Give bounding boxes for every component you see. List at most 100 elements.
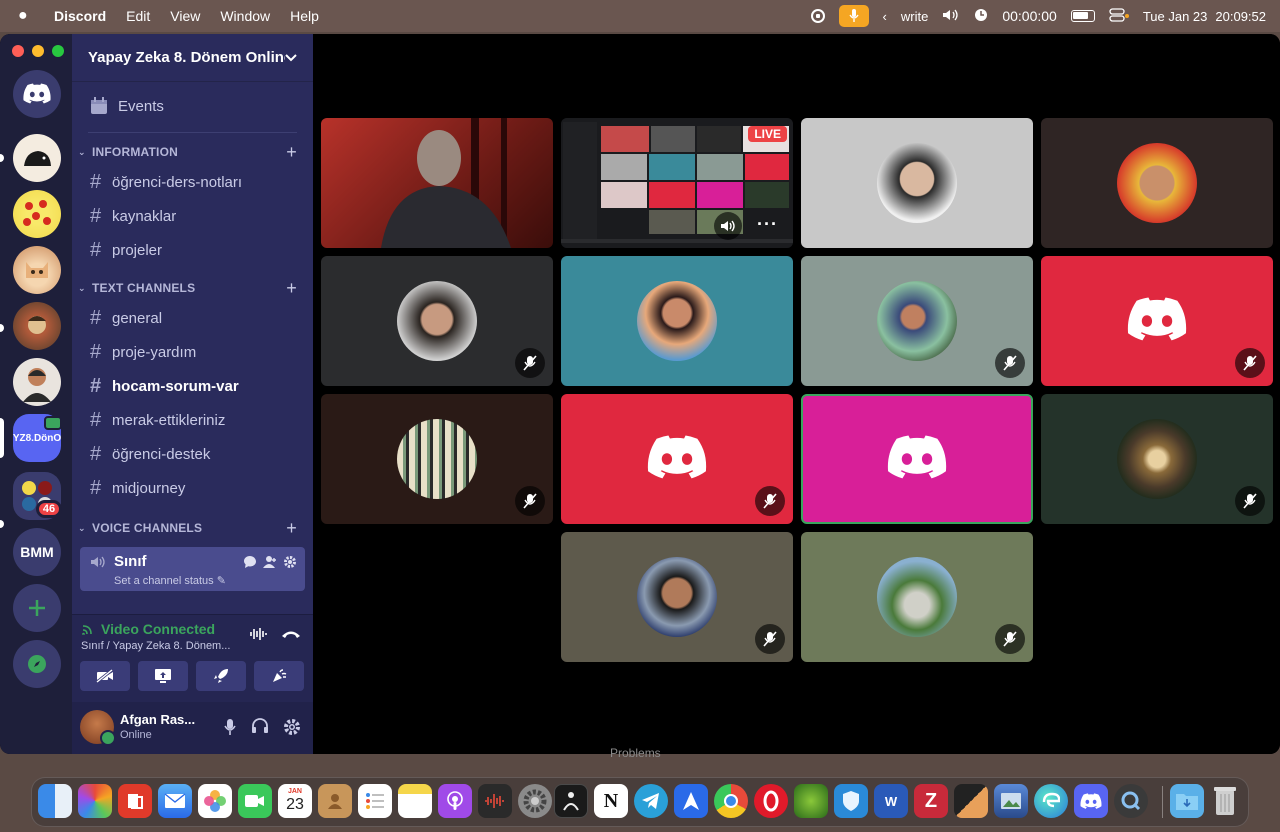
invite-user-icon[interactable] — [263, 555, 277, 572]
notes-icon[interactable] — [398, 784, 432, 818]
finder-icon[interactable] — [38, 784, 72, 818]
shield-app-icon[interactable] — [834, 784, 868, 818]
gear-icon[interactable] — [283, 555, 297, 572]
video-tile[interactable] — [1041, 118, 1273, 248]
photos-icon[interactable] — [198, 784, 232, 818]
category-information[interactable]: ⌄ INFORMATION + — [72, 139, 313, 165]
video-tile[interactable] — [1041, 394, 1273, 524]
category-voice-channels[interactable]: ⌄ VOICE CHANNELS + — [72, 515, 313, 541]
category-text-channels[interactable]: ⌄ TEXT CHANNELS + — [72, 275, 313, 301]
menu-help[interactable]: Help — [290, 8, 319, 24]
downloads-folder-icon[interactable] — [1170, 784, 1204, 818]
mail-icon[interactable] — [158, 784, 192, 818]
globe-app-icon[interactable] — [794, 784, 828, 818]
video-tile[interactable] — [1041, 256, 1273, 386]
soundboard-button[interactable] — [254, 661, 304, 691]
battery-icon[interactable] — [1070, 10, 1095, 22]
video-tile[interactable] — [561, 256, 793, 386]
screen-record-icon[interactable] — [810, 9, 825, 23]
create-channel-icon[interactable]: + — [286, 278, 297, 299]
channel-item[interactable]: # midjourney — [72, 471, 313, 505]
menu-app-name[interactable]: Discord — [54, 8, 106, 24]
stream-tile[interactable]: LIVE ··· — [561, 118, 793, 248]
server-icon-1[interactable] — [13, 134, 61, 182]
word-icon[interactable]: W — [874, 784, 908, 818]
stream-volume-button[interactable] — [714, 212, 742, 240]
notion-icon[interactable]: N — [594, 784, 628, 818]
video-tile-camera[interactable] — [321, 118, 553, 248]
system-settings-icon[interactable] — [518, 784, 552, 818]
telegram-icon[interactable] — [634, 784, 668, 818]
gear-icon[interactable] — [283, 718, 301, 741]
home-button[interactable] — [13, 70, 61, 118]
microphone-status-icon[interactable] — [838, 5, 869, 27]
close-window-button[interactable] — [12, 45, 24, 57]
discord-dock-icon[interactable] — [1074, 784, 1108, 818]
minimize-window-button[interactable] — [32, 45, 44, 57]
zotero-icon[interactable]: Z — [914, 784, 948, 818]
channel-item[interactable]: # kaynaklar — [72, 199, 313, 233]
microphone-icon[interactable] — [223, 718, 237, 741]
toggle-camera-button[interactable] — [80, 661, 130, 691]
trash-icon[interactable] — [1208, 784, 1242, 818]
server-icon-2[interactable] — [13, 190, 61, 238]
disconnect-icon[interactable] — [281, 627, 301, 646]
preview-icon[interactable] — [994, 784, 1028, 818]
server-icon-4[interactable] — [13, 302, 61, 350]
channel-item[interactable]: # proje-yardım — [72, 335, 313, 369]
video-tile[interactable] — [321, 394, 553, 524]
menubar-date[interactable]: Tue Jan 23 — [1143, 9, 1208, 24]
chrome-icon[interactable] — [714, 784, 748, 818]
volume-icon[interactable] — [942, 8, 960, 25]
explore-servers-button[interactable] — [13, 640, 61, 688]
channel-item-unread[interactable]: # hocam-sorum-var — [72, 369, 313, 403]
video-tile[interactable] — [561, 394, 793, 524]
server-icon-3[interactable] — [13, 246, 61, 294]
channel-item[interactable]: # öğrenci-ders-notları — [72, 165, 313, 199]
create-channel-icon[interactable]: + — [286, 518, 297, 539]
chat-bubble-icon[interactable] — [243, 555, 257, 572]
video-tile[interactable] — [801, 256, 1033, 386]
opera-icon[interactable] — [754, 784, 788, 818]
menu-window[interactable]: Window — [220, 8, 270, 24]
podcasts-icon[interactable] — [438, 784, 472, 818]
graphics-app-icon[interactable] — [954, 784, 988, 818]
channel-item[interactable]: # merak-ettikleriniz — [72, 403, 313, 437]
more-options-icon[interactable]: ··· — [757, 214, 778, 235]
server-header[interactable]: Yapay Zeka 8. Dönem Online — [72, 34, 313, 82]
activities-button[interactable] — [196, 661, 246, 691]
chevron-left-icon[interactable]: ‹ — [883, 9, 887, 24]
reading-app-icon[interactable] — [554, 784, 588, 818]
write-label[interactable]: write — [901, 9, 928, 24]
contacts-icon[interactable] — [318, 784, 352, 818]
connection-status[interactable]: Video Connected — [101, 621, 215, 637]
headphones-icon[interactable] — [251, 718, 269, 741]
username[interactable]: Afgan Ras... — [120, 712, 195, 727]
server-icon-bmm[interactable]: BMM — [13, 528, 61, 576]
edge-icon[interactable] — [1034, 784, 1068, 818]
share-screen-button[interactable] — [138, 661, 188, 691]
events-item[interactable]: Events — [72, 86, 313, 126]
channel-item[interactable]: # öğrenci-destek — [72, 437, 313, 471]
apple-menu-icon[interactable]: ● — [18, 7, 36, 25]
menu-view[interactable]: View — [170, 8, 200, 24]
video-tile[interactable] — [321, 256, 553, 386]
video-tile[interactable] — [801, 532, 1033, 662]
video-tile-speaking[interactable] — [801, 394, 1033, 524]
channel-item[interactable]: # projeler — [72, 233, 313, 267]
avatar[interactable] — [80, 710, 116, 746]
video-tile[interactable] — [561, 532, 793, 662]
control-center-icon[interactable] — [1109, 7, 1129, 25]
office-icon[interactable] — [118, 784, 152, 818]
add-server-button[interactable] — [13, 584, 61, 632]
menu-edit[interactable]: Edit — [126, 8, 150, 24]
voice-memos-icon[interactable] — [478, 784, 512, 818]
reminders-icon[interactable] — [358, 784, 392, 818]
channel-item[interactable]: # general — [72, 301, 313, 335]
create-channel-icon[interactable]: + — [286, 142, 297, 163]
menubar-time[interactable]: 20:09:52 — [1215, 9, 1266, 24]
server-icon-5[interactable] — [13, 358, 61, 406]
facetime-icon[interactable] — [238, 784, 272, 818]
navigation-app-icon[interactable] — [674, 784, 708, 818]
voice-channel-sinif[interactable]: Sınıf Set a channel status ✎ — [80, 547, 305, 591]
